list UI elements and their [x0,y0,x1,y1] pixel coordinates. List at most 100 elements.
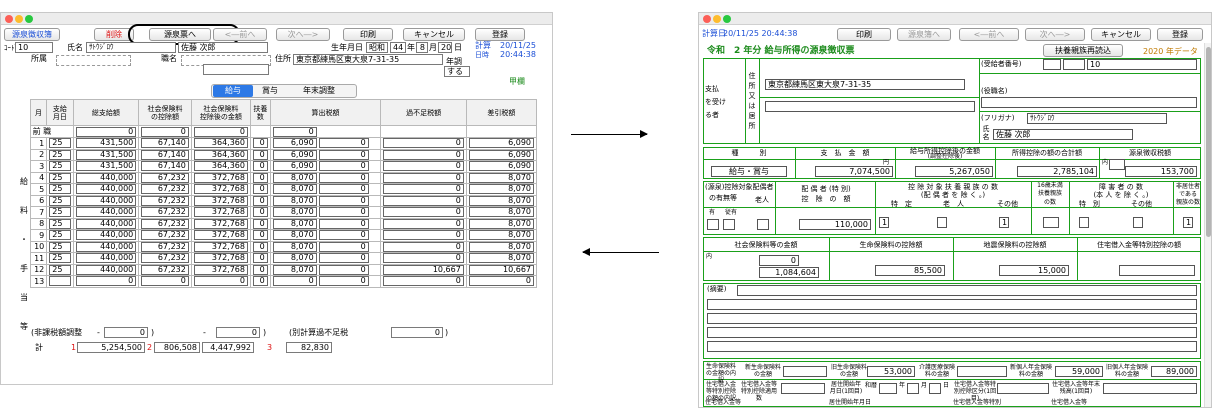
value-field[interactable]: 25 [49,241,71,252]
nursing-ins-amount[interactable]: 53,000 [867,366,915,377]
value-field[interactable]: 0 [253,276,268,287]
value-field[interactable]: 0 [253,138,268,149]
value-field[interactable]: 0 [253,184,268,195]
post-field[interactable] [981,97,1197,108]
memo-line-1[interactable] [737,285,1197,296]
value-field[interactable]: 431,500 [75,161,137,172]
value-field[interactable]: 0 [253,172,268,183]
cell-adjust[interactable]: 0 [380,229,467,242]
value-field[interactable]: 0 [318,149,369,160]
value-field[interactable]: 67,232 [141,207,189,218]
value-field[interactable]: 372,768 [193,230,248,241]
value-field[interactable]: 25 [49,230,71,241]
old-pension-amount[interactable]: 89,000 [1151,366,1197,377]
source-ledger-label-button[interactable]: 源泉徴収簿 [4,28,60,41]
cell-net[interactable]: 8,070 [465,217,538,230]
birth-day-field[interactable]: 20 [438,42,452,53]
tab-salary[interactable]: 給与 [213,85,253,97]
name-field[interactable]: 佐藤 次郎 [178,42,268,53]
cell-net[interactable]: 6,090 [465,148,538,161]
cell-net[interactable]: 8,070 [465,206,538,219]
memo-line-2[interactable] [707,299,1197,310]
cell-tax[interactable]: 8,070 0 [269,183,382,196]
value-field[interactable]: 0 [318,218,369,229]
cell-adjust[interactable]: 0 [380,252,467,265]
value-field[interactable]: 364,360 [193,161,248,172]
cell-after[interactable]: 372,768 [190,183,252,196]
value-field[interactable]: 372,768 [193,241,248,252]
cell-adjust[interactable]: 0 [380,217,467,230]
value-field[interactable]: 8,070 [272,230,317,241]
cell-adjust[interactable]: 0 [380,206,467,219]
cell-net[interactable]: 8,070 [465,171,538,184]
cell-tax[interactable]: 0 [269,125,382,138]
value-field[interactable]: 431,500 [75,149,137,160]
nursing-ins-field[interactable] [957,366,1007,377]
under16-count[interactable] [1043,217,1059,228]
after-deduction-amount[interactable]: 5,267,050 [915,166,993,177]
value-field[interactable]: 0 [318,161,369,172]
value-field[interactable]: 0 [383,253,464,264]
cell-gross[interactable]: 440,000 [72,263,140,276]
value-field[interactable]: 0 [253,253,268,264]
cell-dep[interactable]: 0 [250,275,271,288]
cell-after[interactable]: 364,360 [190,148,252,161]
value-field[interactable]: 67,232 [141,172,189,183]
to-ledger-button[interactable]: 源泉簿へ [897,28,951,41]
value-field[interactable]: 25 [49,161,71,172]
value-field[interactable]: 0 [318,172,369,183]
value-field[interactable]: 372,768 [193,264,248,275]
tax-amount[interactable]: 153,700 [1125,166,1197,177]
register-button[interactable]: 登録 [475,28,525,41]
value-field[interactable]: 25 [49,253,71,264]
value-field[interactable]: 0 [318,253,369,264]
value-field[interactable]: 67,140 [141,149,189,160]
value-field[interactable]: 0 [141,126,189,137]
value-field[interactable]: 0 [383,184,464,195]
cell-social[interactable]: 67,232 [138,194,192,207]
zoom-window-icon[interactable] [723,15,731,23]
cancel-button[interactable]: キャンセル [403,28,465,41]
value-field[interactable]: 67,232 [141,230,189,241]
value-field[interactable]: 0 [253,149,268,160]
cell-gross[interactable]: 440,000 [72,183,140,196]
cell-gross[interactable]: 440,000 [72,217,140,230]
value-field[interactable]: 440,000 [75,230,137,241]
value-field[interactable]: 8,070 [272,218,317,229]
cell-after[interactable]: 0 [190,125,252,138]
cell-adjust[interactable]: 0 [380,171,467,184]
value-field[interactable]: 0 [75,126,137,137]
value-field[interactable]: 6,090 [272,149,317,160]
nontax-input-2[interactable]: 0 [216,327,260,338]
value-field[interactable]: 0 [468,276,534,287]
cell-tax[interactable]: 8,070 0 [269,229,382,242]
cell-adjust[interactable]: 0 [380,240,467,253]
value-field[interactable]: 0 [383,195,464,206]
move-in-era-field[interactable] [879,383,897,394]
name-kana-field[interactable]: ｻﾄｳｼﾞﾛｳ [86,42,176,53]
value-field[interactable]: 0 [383,207,464,218]
value-field[interactable]: 440,000 [75,207,137,218]
cell-tax[interactable]: 8,070 0 [269,194,382,207]
cell-tax[interactable]: 8,070 0 [269,171,382,184]
cell-tax[interactable]: 8,070 0 [269,240,382,253]
scrollbar-thumb[interactable] [1206,47,1211,237]
cell-gross[interactable]: 431,500 [72,160,140,173]
cell-dep[interactable]: 0 [250,263,271,276]
value-field[interactable]: 0 [383,172,464,183]
cell-after[interactable]: 0 [190,275,252,288]
cell-after[interactable]: 364,360 [190,137,252,150]
address-field[interactable]: 東京都練馬区東大泉7-31-35 [293,54,443,65]
cell-social[interactable]: 67,232 [138,171,192,184]
life-ins-amount[interactable]: 85,500 [875,265,945,276]
payee-address-line2[interactable] [765,101,975,112]
receiver-no-field[interactable]: 10 [1087,59,1197,70]
value-field[interactable]: 25 [49,207,71,218]
spouse-has-field[interactable] [707,219,719,230]
cell-tax[interactable]: 8,070 0 [269,252,382,265]
code-field[interactable]: 10 [15,42,53,53]
value-field[interactable]: 0 [253,230,268,241]
cell-dep[interactable]: 0 [250,148,271,161]
nonresident-count[interactable]: 1 [1183,217,1193,228]
birth-month-field[interactable]: 8 [416,42,428,53]
